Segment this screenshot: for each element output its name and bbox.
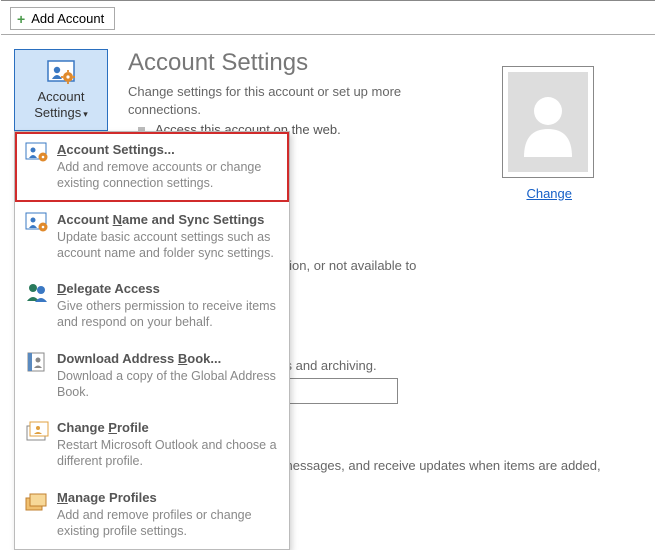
account-settings-icon (46, 59, 76, 85)
sync-settings-icon (23, 212, 51, 262)
menu-item-change-profile[interactable]: Change Profile Restart Microsoft Outlook… (15, 410, 289, 480)
account-settings-button-label: Account Settings▾ (34, 89, 88, 120)
change-profile-icon (23, 420, 51, 470)
menu-item-title: Manage Profiles (57, 490, 279, 505)
account-settings-icon (23, 142, 51, 192)
manage-profiles-icon (23, 490, 51, 540)
change-photo-link[interactable]: Change (526, 186, 572, 201)
menu-item-desc: Download a copy of the Global Address Bo… (57, 368, 279, 401)
menu-item-title: Account Settings... (57, 142, 279, 157)
menu-item-desc: Give others permission to receive items … (57, 298, 279, 331)
page-description: Change settings for this account or set … (128, 83, 428, 118)
menu-item-name-sync[interactable]: Account Name and Sync Settings Update ba… (15, 202, 289, 272)
menu-item-title: Change Profile (57, 420, 279, 435)
menu-item-delegate-access[interactable]: Delegate Access Give others permission t… (15, 271, 289, 341)
menu-item-account-settings[interactable]: Account Settings... Add and remove accou… (15, 132, 289, 202)
avatar-placeholder-icon (508, 72, 588, 172)
menu-item-manage-profiles[interactable]: Manage Profiles Add and remove profiles … (15, 480, 289, 550)
chevron-down-icon: ▾ (83, 109, 88, 119)
menu-item-title: Download Address Book... (57, 351, 279, 366)
menu-item-download-address-book[interactable]: Download Address Book... Download a copy… (15, 341, 289, 411)
menu-item-title: Delegate Access (57, 281, 279, 296)
window-top-border (1, 0, 655, 1)
menu-item-desc: Restart Microsoft Outlook and choose a d… (57, 437, 279, 470)
delegate-access-icon (23, 281, 51, 331)
add-account-button[interactable]: + Add Account (10, 7, 115, 30)
plus-icon: + (17, 12, 25, 26)
address-book-icon (23, 351, 51, 401)
menu-item-title: Account Name and Sync Settings (57, 212, 279, 227)
account-settings-dropdown-button[interactable]: Account Settings▾ (14, 49, 108, 131)
menu-item-desc: Add and remove profiles or change existi… (57, 507, 279, 540)
account-avatar (502, 66, 594, 178)
add-account-label: Add Account (31, 11, 104, 26)
menu-item-desc: Add and remove accounts or change existi… (57, 159, 279, 192)
menu-item-desc: Update basic account settings such as ac… (57, 229, 279, 262)
account-settings-menu: Account Settings... Add and remove accou… (14, 131, 290, 550)
toolbar-separator (1, 34, 655, 35)
